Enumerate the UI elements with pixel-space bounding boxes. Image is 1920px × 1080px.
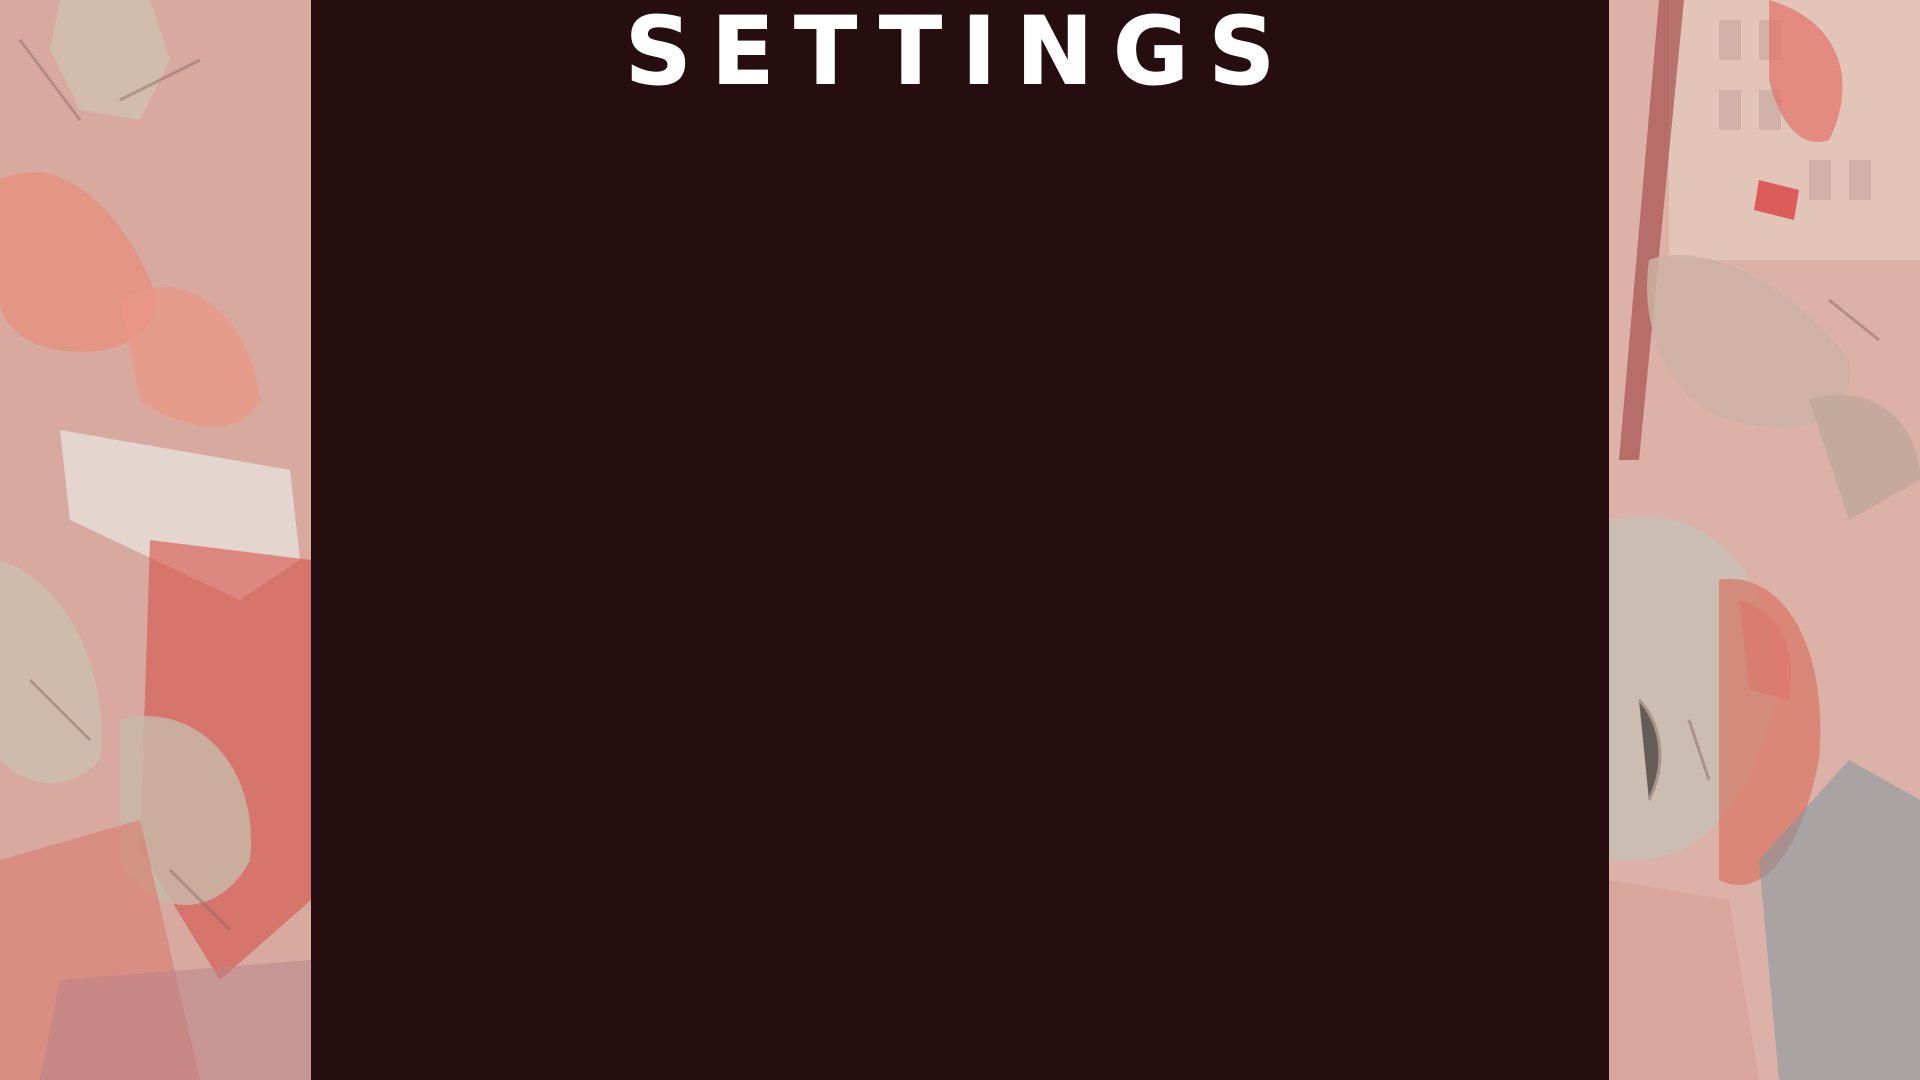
background-art-left <box>0 0 311 1080</box>
page-title: SETTINGS <box>625 0 1295 107</box>
zombie-art-right-image <box>1609 0 1920 1080</box>
settings-screen: SETTINGS <box>0 0 1920 1080</box>
zombie-art-left-image <box>0 0 311 1080</box>
background-art-right <box>1609 0 1920 1080</box>
settings-panel: SETTINGS <box>311 0 1609 1080</box>
